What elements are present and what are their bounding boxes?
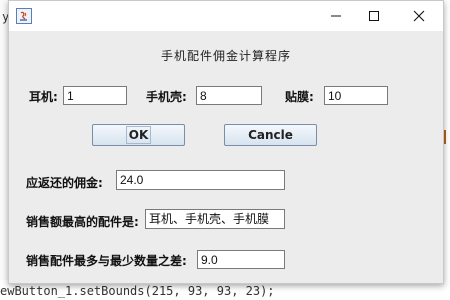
phone-case-field[interactable]: 8 (196, 86, 262, 105)
minimize-button[interactable] (318, 1, 354, 31)
maximize-button[interactable] (356, 1, 392, 31)
ok-button[interactable]: OK (92, 124, 185, 146)
qty-diff-field[interactable]: 9.0 (197, 250, 285, 269)
earphone-field[interactable]: 1 (63, 86, 127, 105)
earphone-label: 耳机: (29, 90, 58, 104)
phone-case-label: 手机壳: (146, 90, 187, 104)
commission-label: 应返还的佣金: (26, 176, 103, 190)
ide-left-gutter (0, 0, 8, 300)
film-label: 贴膜: (285, 90, 314, 104)
cancel-button-label: Cancle (248, 128, 293, 142)
commission-field[interactable]: 24.0 (116, 170, 285, 190)
cancel-button[interactable]: Cancle (224, 124, 317, 146)
form-panel: 手机配件佣金计算程序 耳机: 1 手机壳: 8 贴膜: 10 OK Cancle… (9, 31, 443, 283)
top-seller-field[interactable]: 耳机、手机壳、手机膜 (145, 209, 285, 229)
film-field[interactable]: 10 (324, 86, 388, 105)
minimize-icon (331, 15, 341, 17)
form-heading: 手机配件佣金计算程序 (160, 49, 291, 63)
java-app-icon (16, 8, 32, 24)
close-icon (413, 10, 425, 22)
ide-code-fragment-bottom: ewButton_1.setBounds(215, 93, 93, 23); (0, 284, 275, 298)
title-bar[interactable] (9, 1, 443, 31)
close-button[interactable] (401, 1, 437, 31)
app-window: 手机配件佣金计算程序 耳机: 1 手机壳: 8 贴膜: 10 OK Cancle… (8, 0, 444, 284)
maximize-icon (369, 11, 379, 21)
ok-button-label: OK (125, 126, 152, 144)
top-seller-label: 销售额最高的配件是: (26, 215, 139, 229)
qty-diff-label: 销售配件最多与最少数量之差: (26, 254, 187, 268)
